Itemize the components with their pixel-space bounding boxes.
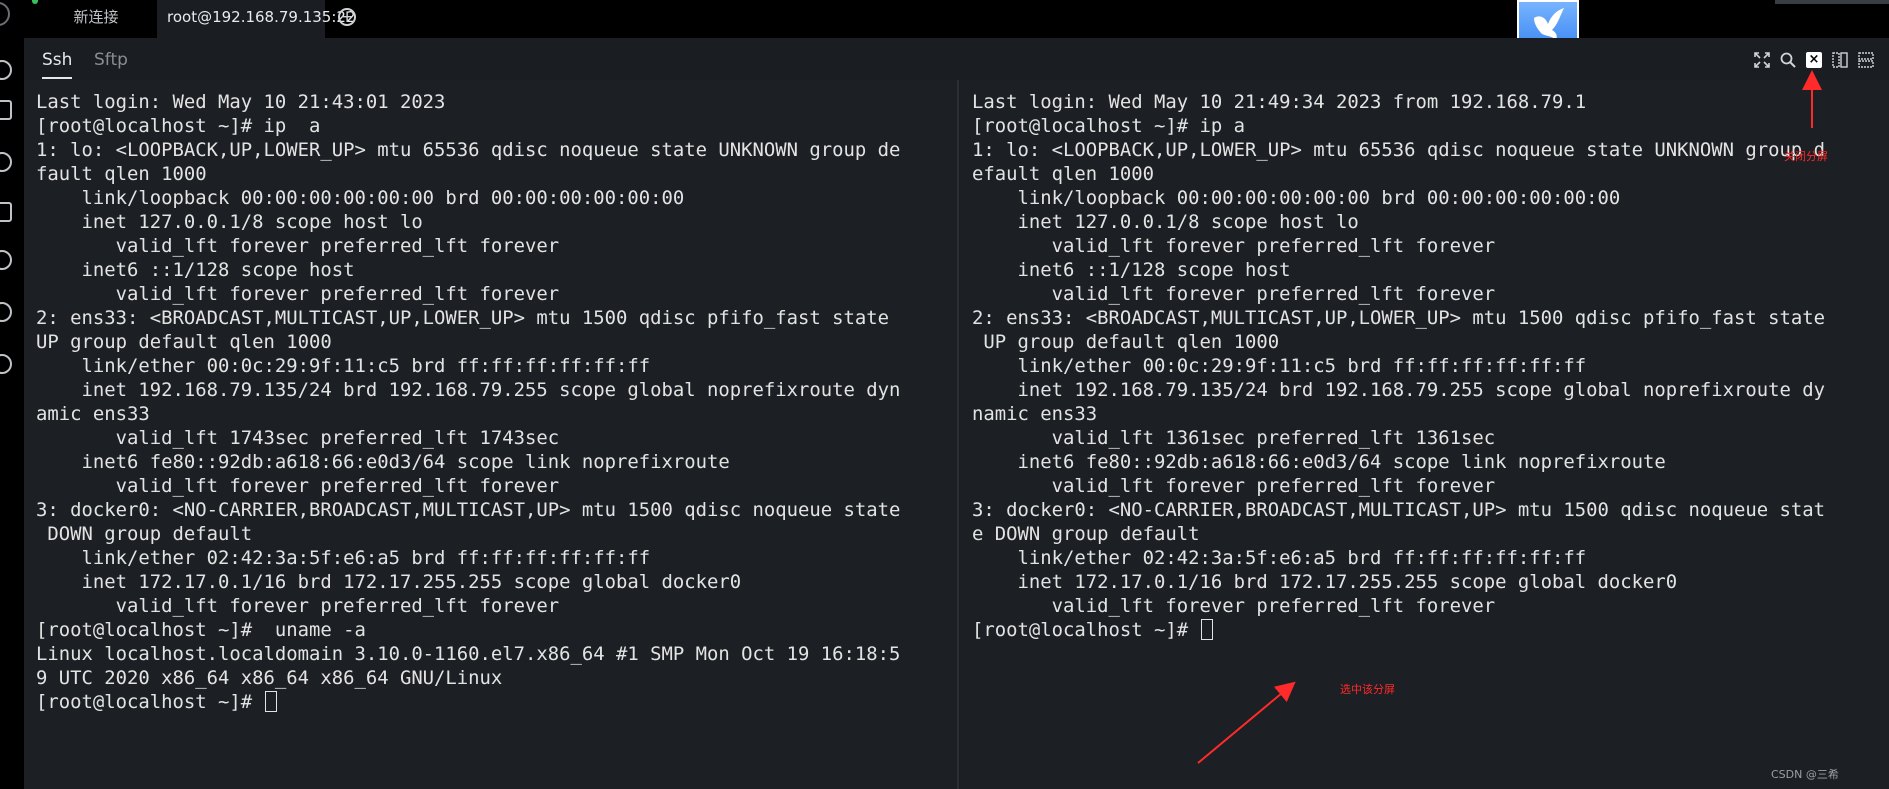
annotation-select-pane: 选中该分屏 [1340, 683, 1395, 696]
credit-watermark: CSDN @三希 [1771, 768, 1839, 781]
annotation-overlay [1197, 70, 1822, 764]
annotation-close-split: 关闭分屏 [1784, 150, 1828, 163]
annotation-arrow-diagonal [1197, 681, 1296, 764]
